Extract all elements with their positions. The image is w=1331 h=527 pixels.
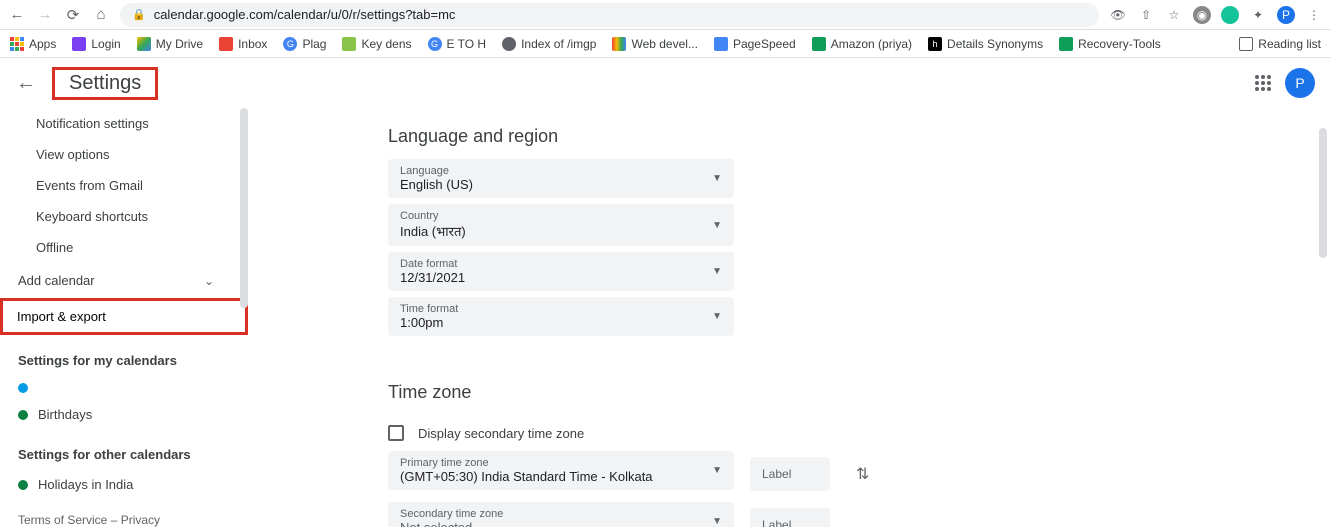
secondary-tz-label-input[interactable]: Label: [750, 508, 830, 527]
bookmark-amazon[interactable]: Amazon (priya): [812, 37, 912, 51]
h-icon: h: [928, 37, 942, 51]
timezone-heading: Time zone: [388, 342, 1291, 415]
dropdown-arrow-icon: ▼: [712, 465, 722, 476]
url-text: calendar.google.com/calendar/u/0/r/setti…: [154, 7, 456, 22]
primary-tz-dropdown[interactable]: Primary time zone(GMT+05:30) India Stand…: [388, 451, 734, 490]
calendar-color-dot: [18, 480, 28, 490]
sheets-icon: [812, 37, 826, 51]
calendar-item-birthdays[interactable]: Birthdays: [14, 400, 248, 429]
home-icon[interactable]: ⌂: [92, 6, 110, 24]
calendar-color-dot: [18, 383, 28, 393]
bookmark-inbox[interactable]: Inbox: [219, 37, 267, 51]
bm-icon: [342, 37, 356, 51]
bookmark-drive[interactable]: My Drive: [137, 37, 203, 51]
reading-list[interactable]: Reading list: [1239, 37, 1321, 51]
secondary-tz-dropdown[interactable]: Secondary time zoneNot selected ▼: [388, 502, 734, 527]
bm-icon: [72, 37, 86, 51]
country-dropdown[interactable]: CountryIndia (भारत) ▼: [388, 204, 734, 246]
share-icon[interactable]: ⇧: [1137, 6, 1155, 24]
language-dropdown[interactable]: LanguageEnglish (US) ▼: [388, 159, 734, 198]
g-icon: G: [428, 37, 442, 51]
star-icon[interactable]: ☆: [1165, 6, 1183, 24]
chevron-down-icon: ⌄: [204, 274, 244, 288]
secondary-tz-checkbox[interactable]: [388, 425, 404, 441]
back-icon[interactable]: ←: [8, 6, 26, 24]
list-icon: [1239, 37, 1253, 51]
google-apps-icon[interactable]: [1255, 75, 1271, 91]
sidebar-item-view-options[interactable]: View options: [14, 139, 248, 170]
back-arrow-icon[interactable]: ←: [16, 72, 36, 95]
browser-toolbar: ← → ⟳ ⌂ 🔒 calendar.google.com/calendar/u…: [0, 0, 1331, 30]
ext-grammarly-icon[interactable]: ◉: [1193, 6, 1211, 24]
dropdown-arrow-icon: ▼: [712, 266, 722, 277]
account-avatar[interactable]: P: [1285, 68, 1315, 98]
bookmark-pagespeed[interactable]: PageSpeed: [714, 37, 796, 51]
date-format-dropdown[interactable]: Date format12/31/2021 ▼: [388, 252, 734, 291]
secondary-tz-checkbox-row: Display secondary time zone: [388, 415, 1291, 451]
apps-bookmark[interactable]: Apps: [10, 37, 56, 51]
dropdown-arrow-icon: ▼: [712, 516, 722, 527]
dropdown-arrow-icon: ▼: [712, 173, 722, 184]
calendar-item[interactable]: [14, 376, 248, 400]
other-calendars-heading: Settings for other calendars: [14, 429, 248, 470]
calendar-item-holidays[interactable]: Holidays in India: [14, 470, 248, 499]
forward-icon[interactable]: →: [36, 6, 54, 24]
bookmarks-bar: Apps Login My Drive Inbox GPlag Key dens…: [0, 30, 1331, 58]
drive-icon: [137, 37, 151, 51]
extensions-icon[interactable]: ✦: [1249, 6, 1267, 24]
sidebar-item-offline[interactable]: Offline: [14, 232, 248, 263]
sidebar-import-export[interactable]: Import & export: [0, 298, 248, 335]
bm-icon: [612, 37, 626, 51]
bookmark-details[interactable]: hDetails Synonyms: [928, 37, 1043, 51]
dropdown-arrow-icon: ▼: [712, 220, 722, 231]
footer-links[interactable]: Terms of Service – Privacy: [14, 499, 248, 527]
swap-tz-icon[interactable]: ⇅: [846, 464, 869, 484]
bm-icon: [714, 37, 728, 51]
main-scrollbar[interactable]: [1319, 128, 1327, 258]
settings-header: ← Settings P: [0, 58, 1331, 108]
settings-main: Language and region LanguageEnglish (US)…: [248, 108, 1331, 527]
sidebar-item-keyboard[interactable]: Keyboard shortcuts: [14, 201, 248, 232]
globe-icon: [502, 37, 516, 51]
sheets-icon: [1059, 37, 1073, 51]
time-format-dropdown[interactable]: Time format1:00pm ▼: [388, 297, 734, 336]
bookmark-login[interactable]: Login: [72, 37, 120, 51]
ext-green-icon[interactable]: [1221, 6, 1239, 24]
reload-icon[interactable]: ⟳: [64, 6, 82, 24]
extension-icons: 👁 ⇧ ☆ ◉ ✦ P ⋮: [1109, 6, 1323, 24]
g-icon: G: [283, 37, 297, 51]
bookmark-etoh[interactable]: GE TO H: [428, 37, 487, 51]
settings-sidebar: Notification settings View options Event…: [0, 108, 248, 527]
primary-tz-label-input[interactable]: Label: [750, 457, 830, 491]
calendar-color-dot: [18, 410, 28, 420]
bookmark-keydens[interactable]: Key dens: [342, 37, 411, 51]
page-title: Settings: [52, 67, 158, 100]
profile-icon[interactable]: P: [1277, 6, 1295, 24]
bookmark-plag[interactable]: GPlag: [283, 37, 326, 51]
lock-icon: 🔒: [132, 8, 146, 21]
dropdown-arrow-icon: ▼: [712, 311, 722, 322]
apps-icon: [10, 37, 24, 51]
bookmark-recovery[interactable]: Recovery-Tools: [1059, 37, 1161, 51]
address-bar[interactable]: 🔒 calendar.google.com/calendar/u/0/r/set…: [120, 3, 1099, 27]
menu-icon[interactable]: ⋮: [1305, 6, 1323, 24]
ext-eye-icon[interactable]: 👁: [1109, 6, 1127, 24]
bookmark-webdev[interactable]: Web devel...: [612, 37, 697, 51]
sidebar-scrollbar[interactable]: [240, 108, 248, 308]
gmail-icon: [219, 37, 233, 51]
sidebar-item-events-gmail[interactable]: Events from Gmail: [14, 170, 248, 201]
sidebar-item-notifications[interactable]: Notification settings: [14, 108, 248, 139]
sidebar-add-calendar[interactable]: Add calendar ⌄: [14, 263, 248, 298]
bookmark-index[interactable]: Index of /imgp: [502, 37, 596, 51]
language-region-heading: Language and region: [388, 108, 1291, 159]
my-calendars-heading: Settings for my calendars: [14, 335, 248, 376]
